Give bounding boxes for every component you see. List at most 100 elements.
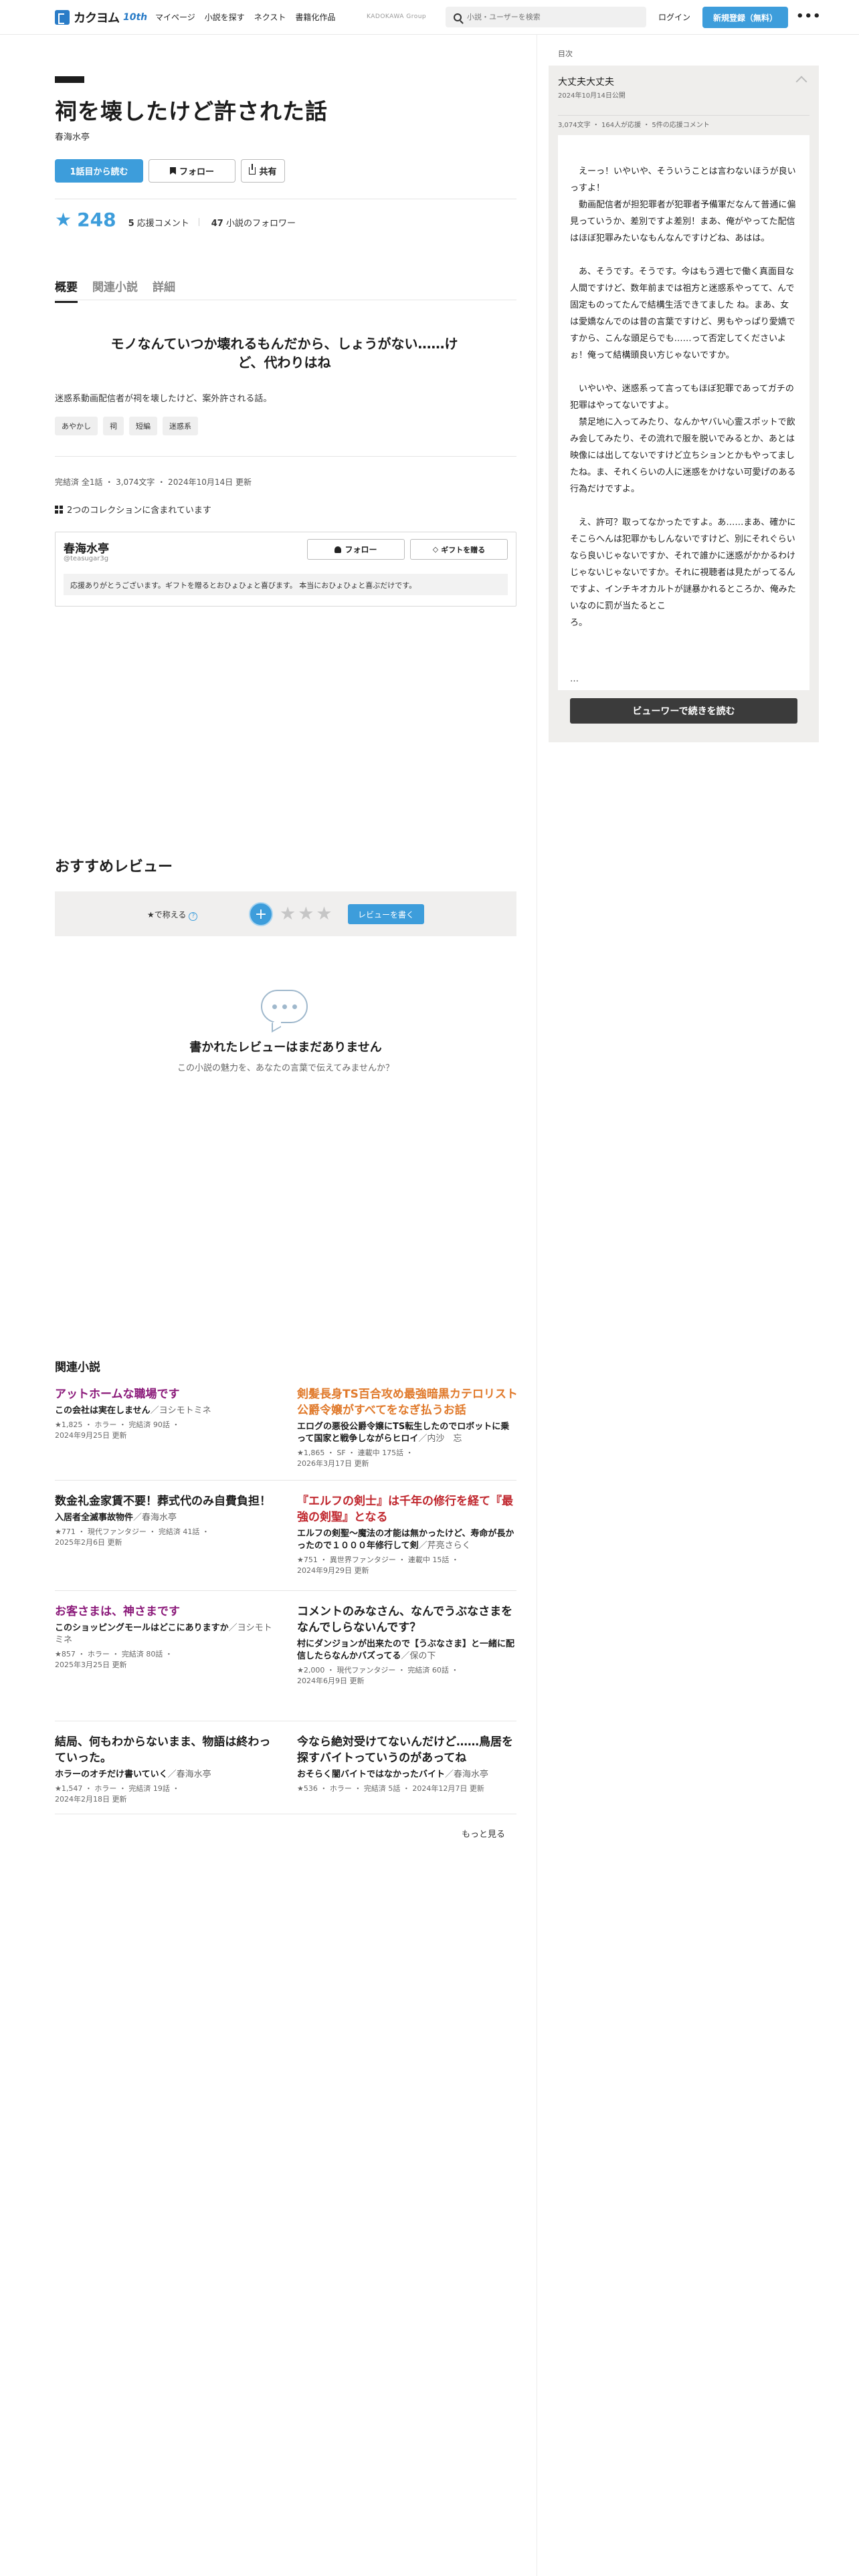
work-title: 祠を壊したけど許された話 <box>55 98 328 124</box>
rating-label: ★で称える? <box>147 909 198 921</box>
episode-divider <box>558 115 809 116</box>
related-divider <box>55 1480 516 1481</box>
related-novel-title: 結局、何もわからないまま、物語は終わっていった。 <box>55 1735 271 1765</box>
help-icon[interactable]: ? <box>189 912 198 921</box>
star-count: 248 <box>77 209 116 231</box>
related-novel-catch: 入居者全滅事故物件／春海水亭 <box>55 1513 177 1523</box>
follow-author-label: フォロー <box>345 545 377 554</box>
related-novel-catch: おそらく闇バイトではなかったバイト／春海水亭 <box>297 1769 489 1780</box>
related-novel-title: お客さまは、神さまです <box>55 1605 180 1618</box>
read-first-episode-button[interactable]: 1話目から読む <box>55 159 143 183</box>
work-author-link[interactable]: 春海水亭 <box>55 130 90 142</box>
related-novel-card[interactable]: 今なら絶対受けてないんだけど……鳥居を探すバイトっていうのがあってね おそらく闇… <box>297 1734 518 1794</box>
tag-list: あやかし 祠 短編 迷惑系 <box>55 417 198 435</box>
episode-paragraph: えーっ！いやいや、そういうことは言わないほうが良いっすよ！ <box>570 167 796 193</box>
work-catchphrase: モノなんていつか壊れるもんだから、しょうがない……けど、代わりはね <box>110 336 458 370</box>
follow-author-button[interactable]: フォロー <box>307 539 405 560</box>
related-novel-card[interactable]: 『エルフの剣士』は千年の修行を経て『最強の剣聖』となる エルフの剣聖〜魔法の才能… <box>297 1493 518 1576</box>
read-in-viewer-button[interactable]: ビューワーで続きを読む <box>570 698 797 724</box>
share-button[interactable]: 共有 <box>241 159 285 183</box>
share-label: 共有 <box>259 167 277 177</box>
related-novel-meta: ★536 ・ ホラー ・ 完結済 5話 ・ 2024年12月7日 更新 <box>297 1784 484 1793</box>
related-novel-catch: エルフの剣聖〜魔法の才能は無かったけど、寿命が長かったので１０００年修行して剣／… <box>297 1529 514 1551</box>
related-novel-meta: ★857 ・ ホラー ・ 完結済 80話 ・ 2025年3月25日 更新 <box>55 1650 173 1669</box>
author-gift-message: 応援ありがとうございます。ギフトを贈るとおひょひょと喜びます。 本当におひょひょ… <box>64 574 508 595</box>
no-review-title: 書かれたレビューはまだありません <box>189 1041 382 1055</box>
gift-label: ギフトを贈る <box>441 545 486 554</box>
tag-item[interactable]: 短編 <box>129 417 157 435</box>
more-menu-icon[interactable]: ••• <box>796 9 822 23</box>
nav-mypage[interactable]: マイページ <box>155 11 195 23</box>
related-novel-catch: この会社は実在しません／ヨシモトミネ <box>55 1406 211 1416</box>
related-novel-meta: ★1,547 ・ ホラー ・ 完結済 19話 ・ 2024年2月18日 更新 <box>55 1784 180 1804</box>
follow-work-button[interactable]: フォロー <box>149 159 235 183</box>
chevron-up-icon[interactable] <box>795 76 807 88</box>
related-novel-catch: エログの悪役公爵令嬢にTS転生したのでロボットに乗って国家と戦争しながらヒロイ／… <box>297 1422 510 1444</box>
nav-search-novels[interactable]: 小説を探す <box>205 11 245 23</box>
tag-item[interactable]: 祠 <box>103 417 124 435</box>
tag-item[interactable]: 迷惑系 <box>163 417 198 435</box>
collections-label: 2つのコレクションに含まれています <box>67 506 211 516</box>
gift-button[interactable]: ◇ ギフトを贈る <box>410 539 508 560</box>
episode-date: 2024年10月14日公開 <box>558 92 626 100</box>
logo-anniversary-badge: 10th <box>123 12 148 23</box>
logo-text: カクヨム <box>74 11 120 25</box>
episode-body-text: えーっ！いやいや、そういうことは言わないほうが良いっすよ！ 動画配信者が担犯罪者… <box>558 135 809 690</box>
author-id: @teasugar3g <box>64 555 109 562</box>
related-novel-card[interactable]: 数金礼金家賃不要！葬式代のみ自費負担！ 入居者全滅事故物件／春海水亭 ★771 … <box>55 1493 276 1548</box>
episode-paragraph: 禁足地に入ってみたり、なんかヤバい心霊スポットで飲み会してみたり、その流れで服を… <box>570 417 796 494</box>
related-novel-title: アットホームな職場です <box>55 1388 180 1401</box>
related-novel-card[interactable]: 剣髪長身TS百合攻め最強暗黒カテロリスト公爵令嬢がすべてをなぎ払うお話 エログの… <box>297 1386 518 1469</box>
tag-item[interactable]: あやかし <box>55 417 98 435</box>
episode-title[interactable]: 大丈夫大丈夫 <box>558 75 614 88</box>
related-novel-card[interactable]: アットホームな職場です この会社は実在しません／ヨシモトミネ ★1,825 ・ … <box>55 1386 276 1441</box>
episode-ellipsis: … <box>570 674 579 684</box>
related-novel-card[interactable]: 結局、何もわからないまま、物語は終わっていった。 ホラーのオチだけ書いていく／春… <box>55 1734 276 1805</box>
search-input[interactable] <box>467 13 634 21</box>
episode-preview-panel: 大丈夫大丈夫 2024年10月14日公開 3,074文字 ・ 164人が応援 ・… <box>549 66 819 742</box>
related-novel-meta: ★2,000 ・ 現代ファンタジー ・ 完結済 60話 ・ 2024年6月9日 更… <box>297 1666 459 1685</box>
related-novel-meta: ★771 ・ 現代ファンタジー ・ 完結済 41話 ・ 2025年2月6日 更新 <box>55 1527 209 1547</box>
nav-published-works[interactable]: 書籍化作品 <box>295 11 335 23</box>
nav-next[interactable]: ネクスト <box>254 11 286 23</box>
speech-bubble-icon <box>261 990 308 1023</box>
main-nav: マイページ 小説を探す ネクスト 書籍化作品 <box>155 11 335 23</box>
login-link[interactable]: ログイン <box>658 11 690 23</box>
no-review-subtext: この小説の魅力を、あなたの言葉で伝えてみませんか？ <box>177 1063 394 1073</box>
share-icon <box>249 164 256 175</box>
review-comments-stat[interactable]: 5 応援コメント <box>128 216 189 229</box>
author-card: 春海水亭 @teasugar3g フォロー ◇ ギフトを贈る 応援ありがとうござ… <box>55 532 516 607</box>
followers-stat[interactable]: 47 小説のフォロワー <box>211 216 296 229</box>
add-star-button[interactable]: + <box>249 902 273 926</box>
bookmark-icon <box>169 167 176 175</box>
episode-paragraph: 動画配信者が担犯罪者が犯罪者予備軍だなんて普通に偏見っていうか、差別ですよ差別！… <box>570 200 796 243</box>
related-novel-title: コメントのみなさん、なんでうぶなさまをなんでしらないんです？ <box>297 1605 513 1634</box>
related-novel-meta: ★1,865 ・ SF ・ 連載中 175話 ・ 2026年3月17日 更新 <box>297 1448 413 1468</box>
signup-button[interactable]: 新規登録（無料） <box>702 7 788 28</box>
related-novel-catch: このショッピングモールはどこにありますか／ヨシモトミネ <box>55 1623 272 1645</box>
follow-work-label: フォロー <box>179 167 214 177</box>
related-novel-title: 今なら絶対受けてないんだけど……鳥居を探すバイトっていうのがあってね <box>297 1735 513 1765</box>
collections-link[interactable]: 2つのコレクションに含まれています <box>55 503 211 516</box>
episode-paragraph: あ、そうです。そうです。今はもう週七で働く真面目な人間ですけど、数年前までは祖方… <box>570 267 795 360</box>
more-related-link[interactable]: もっと見る <box>462 1827 505 1840</box>
search-icon <box>454 13 462 21</box>
episode-fade-overlay <box>558 637 809 690</box>
site-logo[interactable]: カクヨム 10th <box>55 7 147 28</box>
write-review-button[interactable]: レビューを書く <box>348 904 424 924</box>
episode-paragraph: ろ。 <box>570 618 588 628</box>
related-novel-meta: ★751 ・ 異世界ファンタジー ・ 連載中 15話 ・ 2024年9月29日 更… <box>297 1555 459 1575</box>
star-rating-icons[interactable]: ★★★ <box>280 903 335 924</box>
related-novel-title: 剣髪長身TS百合攻め最強暗黒カテロリスト公爵令嬢がすべてをなぎ払うお話 <box>297 1388 518 1417</box>
related-novel-card[interactable]: お客さまは、神さまです このショッピングモールはどこにありますか／ヨシモトミネ … <box>55 1604 276 1671</box>
site-header: カクヨム 10th マイページ 小説を探す ネクスト 書籍化作品 KADOKAW… <box>0 0 859 35</box>
related-novel-title: 数金礼金家賃不要！葬式代のみ自費負担！ <box>55 1495 271 1508</box>
related-novel-catch: 村にダンジョンが出来たので【うぶなさま】と一緒に配信したらなんかバズってる／保の… <box>297 1639 515 1661</box>
related-novel-meta: ★1,825 ・ ホラー ・ 完結済 90話 ・ 2024年9月25日 更新 <box>55 1420 180 1440</box>
related-novel-card[interactable]: コメントのみなさん、なんでうぶなさまをなんでしらないんです？ 村にダンジョンが出… <box>297 1604 518 1687</box>
reviews-section-title: おすすめレビュー <box>55 859 173 875</box>
toc-label[interactable]: 目次 <box>558 48 573 59</box>
author-name[interactable]: 春海水亭 <box>64 539 109 556</box>
related-novel-title: 『エルフの剣士』は千年の修行を経て『最強の剣聖』となる <box>297 1495 513 1524</box>
related-divider <box>55 1590 516 1591</box>
